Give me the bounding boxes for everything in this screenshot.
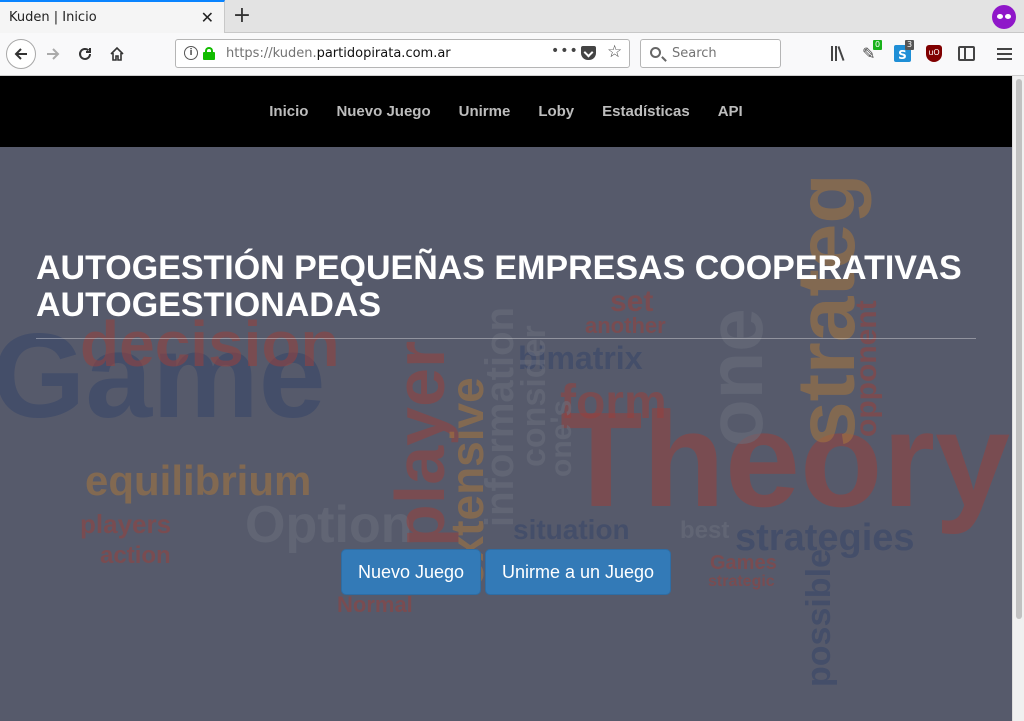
tab-strip: Kuden | Inicio ✕ + (0, 0, 1024, 33)
forward-button[interactable] (38, 39, 68, 69)
nav-link-unirme[interactable]: Unirme (459, 103, 511, 120)
hero-section: Game Theory decision equilibrium Option … (0, 147, 1012, 721)
home-button[interactable] (102, 39, 132, 69)
arrow-left-icon (14, 48, 27, 60)
page-actions-more-icon[interactable]: ••• (551, 43, 579, 59)
site-navbar: Inicio Nuevo Juego Unirme Loby Estadísti… (0, 76, 1012, 147)
url-prefix: https://kuden. (226, 46, 317, 61)
tab-active[interactable]: Kuden | Inicio ✕ (0, 0, 225, 33)
scrollbar-thumb[interactable] (1016, 79, 1022, 619)
hero-overlay (0, 147, 1012, 721)
hero-title: AUTOGESTIÓN PEQUEÑAS EMPRESAS COOPERATIV… (36, 250, 976, 324)
private-browsing-mask-icon (992, 5, 1016, 29)
nav-link-estadisticas[interactable]: Estadísticas (602, 103, 690, 120)
divider (36, 338, 976, 339)
search-icon (650, 47, 661, 58)
page-viewport: Inicio Nuevo Juego Unirme Loby Estadísti… (0, 76, 1012, 721)
nav-link-loby[interactable]: Loby (538, 103, 574, 120)
reload-button[interactable] (70, 39, 100, 69)
arrow-right-icon (47, 48, 60, 60)
extension-badge: 0 (873, 40, 883, 50)
nav-link-inicio[interactable]: Inicio (269, 103, 308, 120)
ublock-shield-icon[interactable]: uO (926, 45, 942, 62)
nav-link-nuevo-juego[interactable]: Nuevo Juego (336, 103, 430, 120)
bookmark-star-icon[interactable]: ☆ (607, 42, 622, 62)
search-placeholder: Search (672, 46, 717, 61)
hamburger-menu-icon[interactable] (997, 48, 1012, 60)
close-tab-icon[interactable]: ✕ (201, 8, 214, 27)
library-icon[interactable] (829, 44, 849, 64)
search-bar[interactable]: Search (640, 39, 781, 68)
new-game-button[interactable]: Nuevo Juego (341, 549, 481, 595)
sidebar-toggle-icon[interactable] (958, 46, 975, 61)
nav-link-api[interactable]: API (718, 103, 743, 120)
pocket-icon[interactable] (581, 46, 596, 60)
tab-title: Kuden | Inicio (9, 10, 97, 25)
home-icon (110, 46, 124, 61)
hero-title-line: AUTOGESTIONADAS (36, 286, 382, 324)
new-tab-button[interactable]: + (231, 3, 253, 28)
join-game-button[interactable]: Unirme a un Juego (485, 549, 671, 595)
site-info-icon[interactable]: i (184, 46, 198, 60)
url-domain: partidopirata.com.ar (316, 46, 451, 61)
hero-title-line: AUTOGESTIÓN PEQUEÑAS EMPRESAS COOPERATIV… (36, 249, 962, 287)
lock-icon[interactable] (203, 47, 215, 60)
browser-toolbar: i https://kuden.partidopirata.com.ar •••… (0, 33, 1024, 76)
back-button[interactable] (6, 39, 36, 69)
url-text[interactable]: https://kuden.partidopirata.com.ar (226, 46, 451, 61)
extension-badge: 3 (905, 40, 915, 50)
url-bar[interactable]: i https://kuden.partidopirata.com.ar •••… (175, 39, 630, 68)
reload-icon (79, 47, 91, 60)
page-scrollbar[interactable] (1012, 76, 1024, 721)
